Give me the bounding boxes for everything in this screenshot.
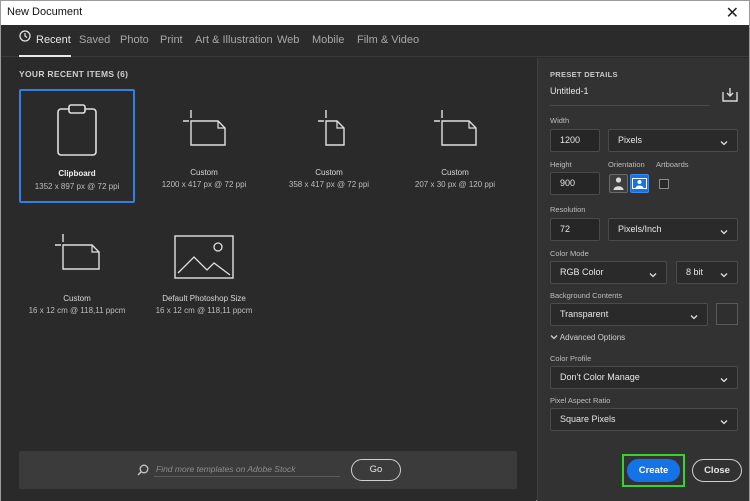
recent-item-clipboard[interactable]: Clipboard 1352 x 897 px @ 72 ppi bbox=[19, 89, 135, 203]
color-profile-select[interactable]: Don't Color Manage bbox=[550, 366, 738, 389]
pixel-aspect-ratio-value: Square Pixels bbox=[560, 414, 616, 424]
color-mode-label: Color Mode bbox=[550, 249, 589, 258]
tab-saved[interactable]: Saved bbox=[79, 25, 110, 57]
color-mode-select[interactable]: RGB Color bbox=[550, 261, 667, 284]
height-label: Height bbox=[550, 160, 572, 169]
chevron-down-icon bbox=[719, 267, 729, 288]
background-contents-label: Background Contents bbox=[550, 291, 623, 300]
bit-depth-select[interactable]: 8 bit bbox=[676, 261, 738, 284]
advanced-options-toggle[interactable]: Advanced Options bbox=[550, 333, 625, 342]
custom-document-icon bbox=[271, 109, 387, 149]
search-input[interactable]: Find more templates on Adobe Stock bbox=[156, 464, 296, 474]
landscape-orientation-icon[interactable] bbox=[630, 174, 649, 193]
window-close-icon[interactable]: ✕ bbox=[726, 3, 739, 23]
search-underline bbox=[154, 476, 340, 477]
pixel-aspect-ratio-label: Pixel Aspect Ratio bbox=[550, 396, 611, 405]
background-contents-value: Transparent bbox=[560, 309, 609, 319]
tab-art-illustration[interactable]: Art & Illustration bbox=[195, 25, 273, 57]
create-button-highlight: Create bbox=[622, 454, 685, 487]
search-icon bbox=[137, 463, 149, 481]
save-preset-icon[interactable] bbox=[722, 87, 738, 107]
recent-item-name: Custom bbox=[63, 294, 91, 303]
tab-web[interactable]: Web bbox=[277, 25, 299, 57]
color-profile-label: Color Profile bbox=[550, 354, 592, 363]
go-button[interactable]: Go bbox=[351, 459, 401, 481]
clipboard-icon bbox=[21, 103, 133, 157]
recent-item-dims: 16 x 12 cm @ 118,11 ppcm bbox=[28, 306, 126, 315]
chevron-down-icon bbox=[550, 333, 558, 342]
recent-item-dims: 1352 x 897 px @ 72 ppi bbox=[34, 182, 120, 191]
preset-details-header: PRESET DETAILS bbox=[550, 70, 618, 79]
tab-mobile[interactable]: Mobile bbox=[312, 25, 344, 57]
artboards-label: Artboards bbox=[656, 160, 689, 169]
tab-recent-label: Recent bbox=[36, 34, 71, 46]
chevron-down-icon bbox=[719, 414, 729, 435]
recent-item-custom[interactable]: Custom 16 x 12 cm @ 118,11 ppcm bbox=[19, 215, 135, 329]
height-input[interactable]: 900 bbox=[550, 172, 600, 195]
resolution-unit-value: Pixels/Inch bbox=[618, 224, 662, 234]
custom-document-icon bbox=[146, 109, 262, 149]
chevron-down-icon bbox=[719, 372, 729, 393]
tab-print[interactable]: Print bbox=[160, 25, 183, 57]
recent-item-name: Custom bbox=[315, 168, 343, 177]
recent-item-dims: 1200 x 417 px @ 72 ppi bbox=[161, 180, 247, 189]
bit-depth-value: 8 bit bbox=[686, 267, 704, 277]
resolution-label: Resolution bbox=[550, 205, 586, 214]
create-button[interactable]: Create bbox=[627, 459, 680, 482]
background-color-swatch[interactable] bbox=[716, 303, 738, 325]
preset-category-tabs: Recent Saved Photo Print Art & Illustrat… bbox=[1, 25, 749, 57]
document-name-underline bbox=[550, 105, 710, 106]
tab-film-video[interactable]: Film & Video bbox=[357, 25, 419, 57]
recent-item-default-photoshop-size[interactable]: Default Photoshop Size 16 x 12 cm @ 118,… bbox=[146, 215, 262, 329]
preset-details-panel: PRESET DETAILS Untitled-1 Width 1200 Pix… bbox=[537, 58, 749, 501]
advanced-options-label: Advanced Options bbox=[559, 333, 626, 342]
pixel-aspect-ratio-select[interactable]: Square Pixels bbox=[550, 408, 738, 431]
width-label: Width bbox=[550, 116, 570, 125]
recent-item-dims: 207 x 30 px @ 120 ppi bbox=[414, 180, 496, 189]
color-profile-value: Don't Color Manage bbox=[560, 372, 640, 382]
recent-item-name: Clipboard bbox=[58, 169, 96, 178]
resolution-unit-select[interactable]: Pixels/Inch bbox=[608, 218, 738, 241]
background-contents-select[interactable]: Transparent bbox=[550, 303, 708, 326]
chevron-down-icon bbox=[689, 309, 699, 330]
clock-icon bbox=[19, 24, 31, 54]
recent-item-dims: 16 x 12 cm @ 118,11 ppcm bbox=[155, 306, 253, 315]
chevron-down-icon bbox=[719, 135, 729, 156]
custom-document-icon bbox=[397, 109, 513, 149]
resolution-input[interactable]: 72 bbox=[550, 218, 600, 241]
chevron-down-icon bbox=[648, 267, 658, 288]
orientation-label: Orientation bbox=[608, 160, 645, 169]
width-unit-select[interactable]: Pixels bbox=[608, 129, 738, 152]
adobe-stock-search-bar: Find more templates on Adobe Stock Go bbox=[19, 451, 517, 489]
recent-item-custom[interactable]: Custom 1200 x 417 px @ 72 ppi bbox=[146, 89, 262, 203]
recent-item-name: Default Photoshop Size bbox=[162, 294, 246, 303]
color-mode-value: RGB Color bbox=[560, 267, 604, 277]
tab-photo[interactable]: Photo bbox=[120, 25, 149, 57]
recent-items-area: YOUR RECENT ITEMS (6) Clipboard 1352 x 8… bbox=[1, 58, 536, 501]
chevron-down-icon bbox=[719, 224, 729, 245]
close-button[interactable]: Close bbox=[692, 459, 742, 482]
artboards-checkbox[interactable] bbox=[659, 179, 669, 189]
width-input[interactable]: 1200 bbox=[550, 129, 600, 152]
recent-item-custom[interactable]: Custom 358 x 417 px @ 72 ppi bbox=[271, 89, 387, 203]
document-name-input[interactable]: Untitled-1 bbox=[550, 86, 700, 96]
recent-item-name: Custom bbox=[190, 168, 218, 177]
custom-document-icon bbox=[19, 233, 135, 273]
recent-item-name: Custom bbox=[441, 168, 469, 177]
width-unit-value: Pixels bbox=[618, 135, 643, 145]
window-title: New Document bbox=[7, 6, 83, 18]
image-icon bbox=[146, 235, 262, 279]
recent-item-custom[interactable]: Custom 207 x 30 px @ 120 ppi bbox=[397, 89, 513, 203]
tab-recent[interactable]: Recent bbox=[19, 25, 71, 57]
recent-item-dims: 358 x 417 px @ 72 ppi bbox=[288, 180, 370, 189]
new-document-dialog: New Document ✕ Recent Saved Photo Print … bbox=[0, 0, 750, 501]
portrait-orientation-icon[interactable] bbox=[609, 174, 628, 193]
recent-items-title: YOUR RECENT ITEMS (6) bbox=[19, 69, 129, 79]
title-bar: New Document ✕ bbox=[1, 1, 749, 25]
